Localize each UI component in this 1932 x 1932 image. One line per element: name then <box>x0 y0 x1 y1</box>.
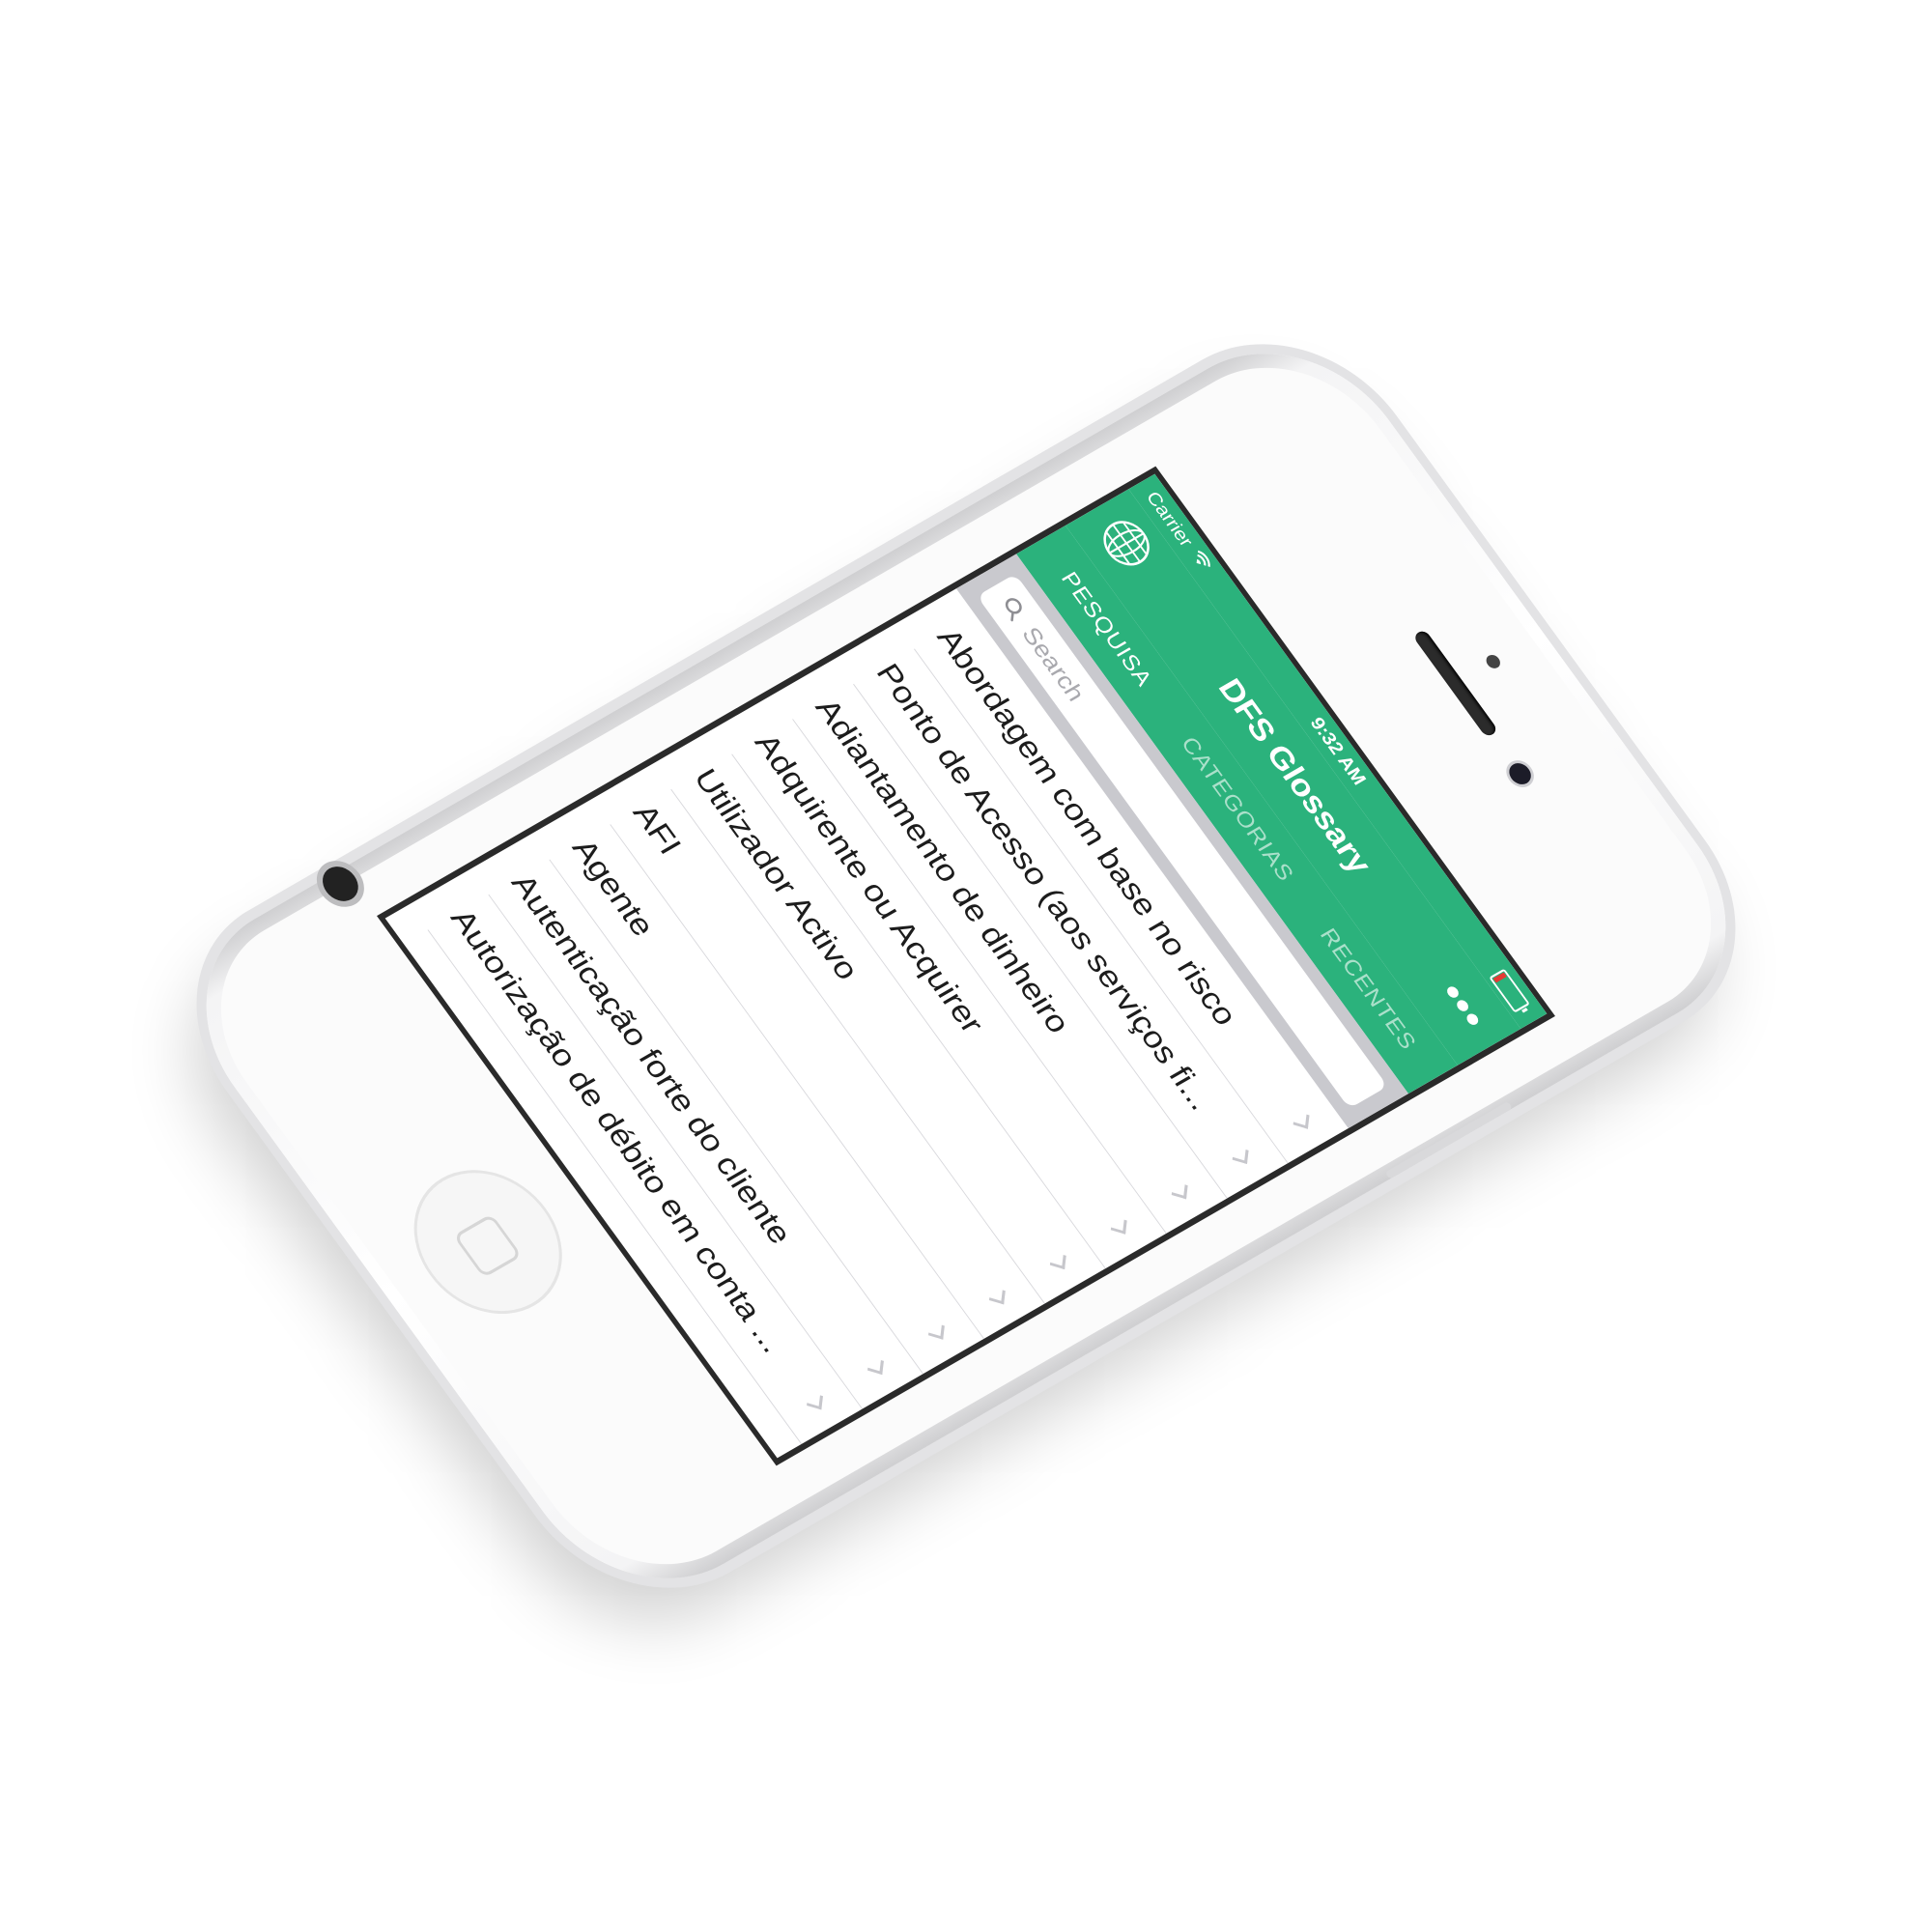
side-button <box>1384 1101 1514 1179</box>
chevron-right-icon <box>988 1286 1006 1305</box>
chevron-right-icon <box>1110 1216 1127 1235</box>
screen: Carrier 9:32 AM DFS Glossary ••• PESQUIS… <box>377 466 1555 1466</box>
phone-device: Carrier 9:32 AM DFS Glossary ••• PESQUIS… <box>154 310 1778 1622</box>
chevron-right-icon <box>1049 1251 1066 1270</box>
chevron-right-icon <box>1171 1180 1188 1200</box>
earpiece-speaker <box>1412 629 1499 738</box>
chevron-right-icon <box>927 1321 945 1340</box>
front-camera <box>1504 759 1536 788</box>
proximity-sensor <box>1483 652 1503 671</box>
chevron-right-icon <box>1293 1111 1310 1129</box>
home-button-square-icon <box>452 1213 523 1279</box>
chevron-right-icon <box>867 1356 884 1376</box>
chevron-right-icon <box>807 1391 823 1410</box>
search-icon <box>997 593 1030 624</box>
home-button[interactable] <box>384 1145 592 1340</box>
stage: Carrier 9:32 AM DFS Glossary ••• PESQUIS… <box>0 0 1932 1932</box>
more-icon[interactable]: ••• <box>1432 977 1495 1037</box>
battery-level <box>1492 972 1507 983</box>
chevron-right-icon <box>1232 1146 1249 1165</box>
